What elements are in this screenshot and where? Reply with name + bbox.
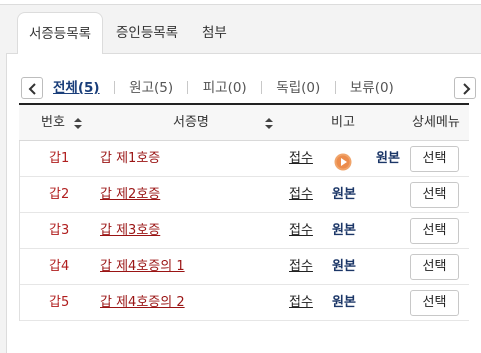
original-label: 원본	[332, 295, 356, 310]
prev-filter-button[interactable]	[21, 77, 43, 99]
chevron-right-icon	[463, 83, 471, 95]
table-row: 갑3 갑 제3호증 접수 원본 선택	[20, 213, 469, 249]
evidence-number: 갑2	[49, 187, 70, 202]
original-label: 원본	[332, 259, 356, 274]
table-row: 갑2 갑 제2호증 접수 원본 선택	[20, 177, 469, 213]
evidence-name-link[interactable]: 갑 제4호증의 2	[100, 285, 185, 320]
table-body: 갑1 갑 제1호증 접수 원본 선택 갑2 갑 제2호증 접수 원본 선택 갑3…	[19, 141, 469, 321]
party-filter-bar: 전체(5) 원고(5) 피고(0) 독립(0) 보류(0)	[53, 76, 394, 100]
sort-icon[interactable]	[265, 118, 273, 129]
tab-witness-list[interactable]: 증인등목록	[116, 12, 178, 54]
filter-divider	[187, 80, 189, 94]
header-note: 비고	[331, 115, 355, 130]
filter-divider	[334, 80, 336, 94]
evidence-number: 갑4	[49, 259, 70, 274]
evidence-number: 갑3	[49, 223, 70, 238]
play-icon[interactable]	[334, 150, 352, 171]
select-button[interactable]: 선택	[410, 146, 459, 172]
evidence-panel: 전체(5) 원고(5) 피고(0) 독립(0) 보류(0) 번호 서증명 비고 …	[6, 53, 481, 353]
receive-link[interactable]: 접수	[289, 285, 313, 320]
original-label: 원본	[376, 151, 400, 166]
header-detail-menu: 상세메뉴	[412, 115, 460, 130]
evidence-number: 갑1	[49, 151, 70, 166]
header-number[interactable]: 번호	[41, 105, 65, 141]
evidence-name-link[interactable]: 갑 제4호증의 1	[100, 249, 185, 284]
table-row: 갑1 갑 제1호증 접수 원본 선택	[20, 141, 469, 177]
filter-divider	[113, 80, 115, 94]
next-filter-button[interactable]	[454, 77, 476, 99]
table-row: 갑5 갑 제4호증의 2 접수 원본 선택	[20, 285, 469, 321]
evidence-number: 갑5	[49, 295, 70, 310]
receive-link[interactable]: 접수	[289, 213, 313, 248]
top-strip	[0, 0, 481, 5]
chevron-left-icon	[28, 83, 36, 95]
evidence-name-link[interactable]: 갑 제2호증	[100, 177, 160, 212]
filter-defendant[interactable]: 피고(0)	[203, 76, 247, 100]
header-evidence-name[interactable]: 서증명	[173, 105, 209, 141]
evidence-name-link[interactable]: 갑 제1호증	[100, 141, 160, 176]
receive-link[interactable]: 접수	[289, 141, 313, 176]
table-header: 번호 서증명 비고 상세메뉴	[19, 103, 469, 141]
filter-pending[interactable]: 보류(0)	[350, 76, 394, 100]
original-label: 원본	[332, 187, 356, 202]
filter-divider	[261, 80, 262, 94]
receive-link[interactable]: 접수	[289, 249, 313, 284]
receive-link[interactable]: 접수	[289, 177, 313, 212]
filter-independent[interactable]: 독립(0)	[276, 76, 320, 100]
select-button[interactable]: 선택	[410, 254, 459, 280]
original-label: 원본	[332, 223, 356, 238]
evidence-table: 번호 서증명 비고 상세메뉴 갑1 갑 제1호증 접수 원본 선택 갑2 갑 제…	[19, 103, 469, 321]
select-button[interactable]: 선택	[410, 182, 459, 208]
filter-all[interactable]: 전체(5)	[53, 76, 100, 100]
evidence-name-link[interactable]: 갑 제3호증	[100, 213, 160, 248]
table-row: 갑4 갑 제4호증의 1 접수 원본 선택	[20, 249, 469, 285]
sort-icon[interactable]	[74, 118, 82, 129]
select-button[interactable]: 선택	[410, 290, 459, 316]
select-button[interactable]: 선택	[410, 218, 459, 244]
tab-bar: 서증등목록 증인등목록 첨부	[0, 12, 481, 54]
tab-attachments[interactable]: 첨부	[202, 12, 227, 54]
tab-evidence-list[interactable]: 서증등목록	[17, 12, 103, 54]
filter-plaintiff[interactable]: 원고(5)	[129, 76, 173, 100]
